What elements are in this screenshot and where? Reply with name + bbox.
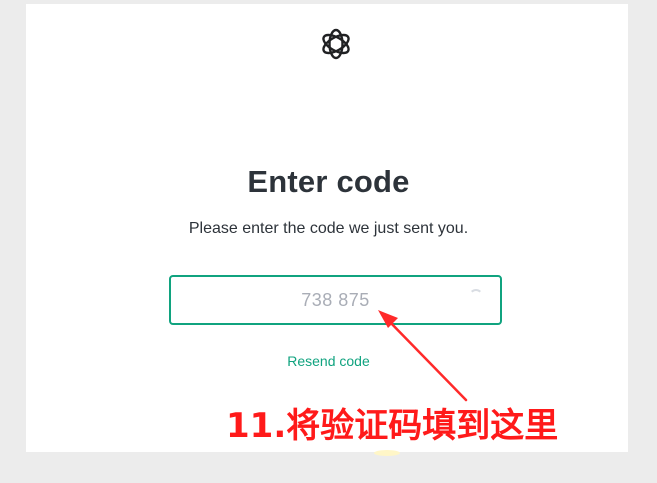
- annotation-text: 11.将验证码填到这里: [226, 406, 559, 446]
- page-subtitle: Please enter the code we just sent you.: [188, 220, 469, 237]
- page-title: Enter code: [247, 164, 410, 199]
- decorative-dot: [374, 450, 400, 456]
- resend-code-link[interactable]: Resend code: [0, 353, 657, 369]
- code-input[interactable]: [169, 275, 502, 325]
- loading-spinner-icon: [469, 289, 483, 303]
- openai-logo-icon: [322, 28, 350, 60]
